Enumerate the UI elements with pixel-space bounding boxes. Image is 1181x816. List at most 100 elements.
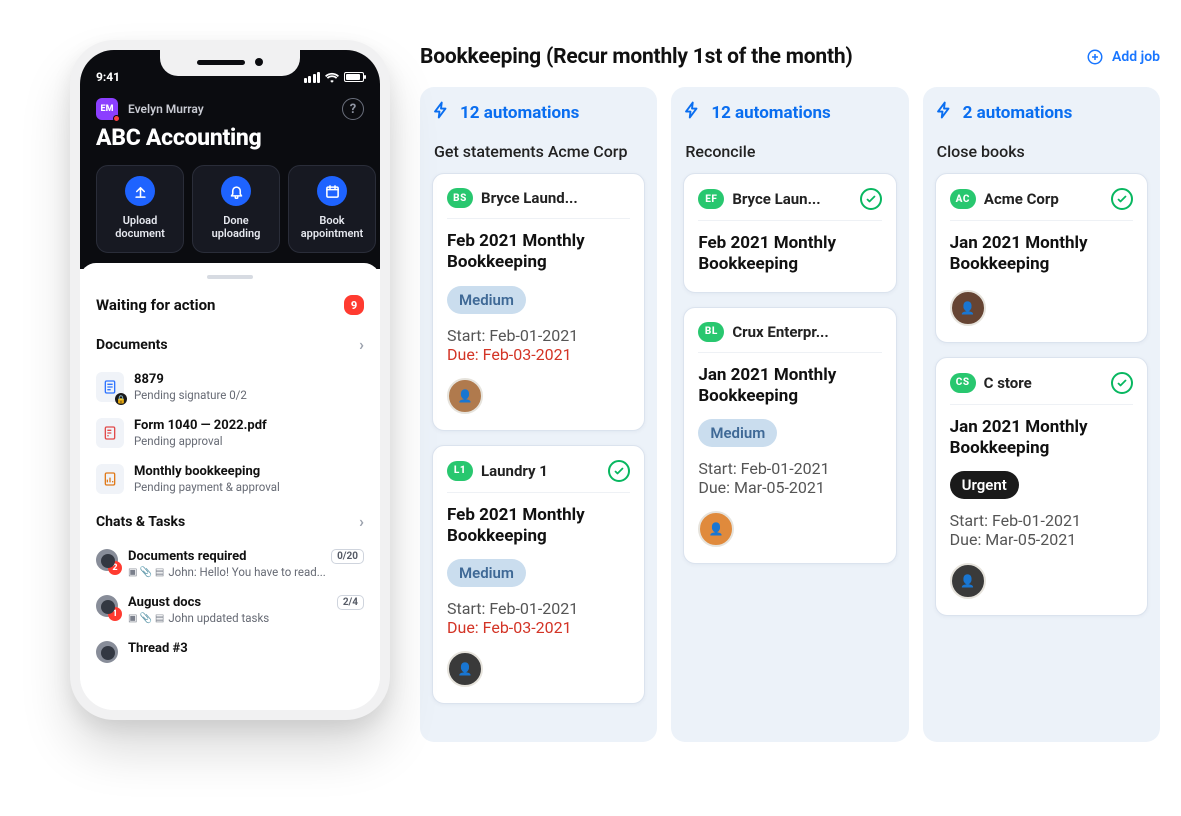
chat-icon: 2 xyxy=(96,549,118,571)
app-title: ABC Accounting xyxy=(96,124,364,151)
check-icon xyxy=(860,188,882,210)
card-title: Jan 2021 Monthly Bookkeeping xyxy=(950,417,1133,460)
document-icon xyxy=(96,464,124,494)
assignee-avatar[interactable]: 👤 xyxy=(447,651,483,687)
job-card[interactable]: AC Acme Corp Jan 2021 Monthly Bookkeepin… xyxy=(935,173,1148,343)
document-icon xyxy=(96,418,124,448)
card-title: Feb 2021 Monthly Bookkeeping xyxy=(698,233,881,276)
priority-pill: Medium xyxy=(698,419,777,447)
client-badge: BS xyxy=(447,188,473,208)
priority-pill: Medium xyxy=(447,559,526,587)
client-name: Bryce Laun... xyxy=(732,190,820,208)
phone-mockup: 9:41 EM Evelyn Murray ? ABC Accounting U… xyxy=(70,40,390,720)
client-chip: AC Acme Corp xyxy=(950,189,1059,209)
notification-dot xyxy=(113,115,120,122)
upload-icon xyxy=(125,176,155,206)
client-name: Laundry 1 xyxy=(481,462,548,480)
start-date: Start: Feb-01-2021 xyxy=(447,326,630,345)
calendar-icon xyxy=(317,176,347,206)
column-label: Reconcile xyxy=(685,142,894,161)
bolt-icon xyxy=(683,101,701,124)
board-columns: 12 automations Get statements Acme Corp … xyxy=(420,87,1160,742)
documents-header[interactable]: Documents › xyxy=(80,325,380,364)
document-status: Pending approval xyxy=(134,434,364,448)
card-dates: Start: Feb-01-2021 Due: Feb-03-2021 xyxy=(447,599,630,637)
card-dates: Start: Feb-01-2021 Due: Feb-03-2021 xyxy=(447,326,630,364)
chat-title: August docs xyxy=(128,595,201,610)
start-date: Start: Feb-01-2021 xyxy=(698,459,881,478)
chevron-right-icon: › xyxy=(359,512,364,531)
column-label: Close books xyxy=(937,142,1146,161)
client-name: Bryce Laund... xyxy=(481,189,578,207)
quick-label: Done uploading xyxy=(199,214,273,240)
column-header[interactable]: 12 automations xyxy=(683,101,896,124)
automations-label: 2 automations xyxy=(963,103,1073,123)
column-label: Get statements Acme Corp xyxy=(434,142,643,161)
client-badge: L1 xyxy=(447,461,473,481)
card-title: Feb 2021 Monthly Bookkeeping xyxy=(447,231,630,274)
column-header[interactable]: 2 automations xyxy=(935,101,1148,124)
automations-label: 12 automations xyxy=(711,103,830,123)
waiting-count-badge: 9 xyxy=(344,295,364,315)
quick-action[interactable]: Book appointment xyxy=(288,165,376,253)
assignee-avatar[interactable]: 👤 xyxy=(698,511,734,547)
job-card[interactable]: EF Bryce Laun... Feb 2021 Monthly Bookke… xyxy=(683,173,896,293)
document-item[interactable]: Monthly bookkeeping Pending payment & ap… xyxy=(80,456,380,502)
assignee-avatar[interactable]: 👤 xyxy=(950,290,986,326)
client-chip: L1 Laundry 1 xyxy=(447,461,548,481)
quick-action[interactable]: Upload document xyxy=(96,165,184,253)
job-card[interactable]: CS C store Jan 2021 Monthly BookkeepingU… xyxy=(935,357,1148,617)
lock-icon: 🔒 xyxy=(115,393,127,405)
document-icon: 🔒 xyxy=(96,372,124,402)
kanban-board: Bookkeeping (Recur monthly 1st of the mo… xyxy=(420,45,1160,742)
column-header[interactable]: 12 automations xyxy=(432,101,645,124)
quick-action[interactable]: Done uploading xyxy=(192,165,280,253)
user-avatar[interactable]: EM xyxy=(96,98,118,120)
document-name: 8879 xyxy=(134,372,364,387)
quick-label: Book appointment xyxy=(295,214,369,240)
job-card[interactable]: BS Bryce Laund... Feb 2021 Monthly Bookk… xyxy=(432,173,645,431)
assignee-avatar[interactable]: 👤 xyxy=(950,563,986,599)
job-card[interactable]: BL Crux Enterpr... Jan 2021 Monthly Book… xyxy=(683,307,896,565)
client-badge: AC xyxy=(950,189,976,209)
client-badge: EF xyxy=(698,189,724,209)
client-chip: EF Bryce Laun... xyxy=(698,189,820,209)
client-badge: CS xyxy=(950,373,976,393)
chat-title: Thread #3 xyxy=(128,641,188,656)
card-title: Jan 2021 Monthly Bookkeeping xyxy=(698,365,881,408)
job-card[interactable]: L1 Laundry 1 Feb 2021 Monthly Bookkeepin… xyxy=(432,445,645,705)
check-icon xyxy=(1111,372,1133,394)
document-status: Pending payment & approval xyxy=(134,480,364,494)
client-chip: BL Crux Enterpr... xyxy=(698,322,828,342)
document-item[interactable]: Form 1040 — 2022.pdf Pending approval xyxy=(80,410,380,456)
help-icon[interactable]: ? xyxy=(342,98,364,120)
chat-icon: 1 xyxy=(96,595,118,617)
chat-item[interactable]: Thread #3 xyxy=(80,633,380,671)
client-badge: BL xyxy=(698,322,724,342)
check-icon xyxy=(1111,188,1133,210)
due-date: Due: Feb-03-2021 xyxy=(447,345,630,364)
board-title: Bookkeeping (Recur monthly 1st of the mo… xyxy=(420,45,853,69)
add-icon xyxy=(1086,48,1104,66)
start-date: Start: Feb-01-2021 xyxy=(447,599,630,618)
chat-icon xyxy=(96,641,118,663)
add-job-button[interactable]: Add job xyxy=(1086,48,1160,66)
due-date: Due: Feb-03-2021 xyxy=(447,618,630,637)
board-column: 12 automations Reconcile EF Bryce Laun..… xyxy=(671,87,908,742)
quick-actions: Upload document Done uploading Book appo… xyxy=(96,165,364,253)
phone-header: 9:41 EM Evelyn Murray ? ABC Accounting U… xyxy=(80,50,380,269)
task-count: 0/20 xyxy=(331,549,364,564)
client-name: Crux Enterpr... xyxy=(732,323,828,341)
chat-preview: ▣ 📎 ▤John: Hello! You have to read... xyxy=(128,565,364,579)
sheet-grip[interactable] xyxy=(207,275,253,279)
chat-item[interactable]: 1 August docs 2/4 ▣ 📎 ▤John updated task… xyxy=(80,587,380,633)
status-icons xyxy=(304,72,365,83)
automations-label: 12 automations xyxy=(460,103,579,123)
chat-item[interactable]: 2 Documents required 0/20 ▣ 📎 ▤John: Hel… xyxy=(80,541,380,587)
document-item[interactable]: 🔒 8879 Pending signature 0/2 xyxy=(80,364,380,410)
chats-header[interactable]: Chats & Tasks › xyxy=(80,502,380,541)
start-date: Start: Feb-01-2021 xyxy=(950,511,1133,530)
assignee-avatar[interactable]: 👤 xyxy=(447,378,483,414)
check-icon xyxy=(608,460,630,482)
chat-title: Documents required xyxy=(128,549,246,564)
